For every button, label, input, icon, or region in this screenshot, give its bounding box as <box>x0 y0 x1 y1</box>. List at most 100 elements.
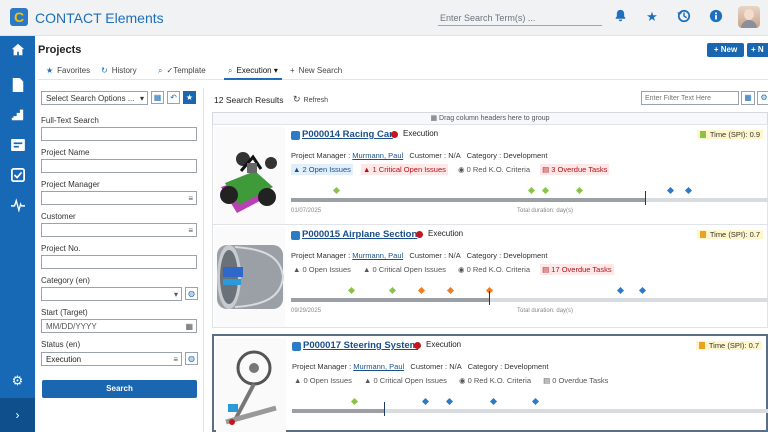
checklist-icon[interactable] <box>9 168 26 185</box>
tab-favorites[interactable]: ★ Favorites <box>46 66 90 80</box>
catalog-icon[interactable]: ≡ <box>173 355 178 364</box>
board-icon[interactable] <box>9 138 26 155</box>
language-icon[interactable]: ◍ <box>185 287 198 300</box>
status-input[interactable]: Execution ≡ <box>41 352 182 366</box>
category-select[interactable]: ▾ <box>41 287 182 301</box>
table-view-button[interactable]: ▦ <box>151 91 164 104</box>
tab-new-search[interactable]: + New Search <box>290 66 342 80</box>
new-more-button[interactable]: + N <box>747 43 768 57</box>
status-text: Execution <box>403 129 439 138</box>
critical-issues-badge[interactable]: ▲ 1 Critical Open Issues <box>361 164 448 175</box>
project-icon <box>291 231 300 240</box>
open-issues-badge[interactable]: ▲ 0 Open Issues <box>292 375 354 386</box>
milestone-icon[interactable] <box>421 397 430 406</box>
pulse-icon[interactable] <box>9 198 26 215</box>
settings-icon[interactable]: ⚙ <box>9 372 26 389</box>
project-title-link[interactable]: P000015 Airplane Section <box>302 229 417 240</box>
project-timeline <box>292 397 768 418</box>
user-avatar[interactable] <box>738 6 760 28</box>
milestone-icon[interactable] <box>388 286 397 295</box>
project-thumbnail <box>215 127 285 227</box>
settings-icon[interactable]: ⚙ <box>757 91 768 105</box>
panel-splitter[interactable] <box>203 88 204 432</box>
table-view-button[interactable]: ▦ <box>741 91 755 105</box>
project-manager-input[interactable]: ≡ <box>41 191 197 205</box>
gauge-icon: ◉ <box>458 265 465 274</box>
fulltext-input[interactable] <box>41 127 197 141</box>
refresh-button[interactable]: ↻ Refresh <box>293 94 328 105</box>
ko-criteria-badge[interactable]: ◉ 0 Red K.O. Criteria <box>456 164 532 175</box>
search-button[interactable]: Search <box>42 380 197 398</box>
today-marker <box>645 191 646 205</box>
history-icon[interactable] <box>676 9 692 25</box>
hourglass-icon <box>698 342 705 349</box>
timeline-total: Total duration: day(s) <box>517 208 574 214</box>
global-search-input[interactable] <box>438 10 602 26</box>
project-card[interactable]: P000017 Steering System Execution Time (… <box>212 334 768 432</box>
today-marker <box>384 402 385 416</box>
overdue-tasks-badge[interactable]: ▤ 0 Overdue Tasks <box>541 375 610 386</box>
milestone-icon[interactable] <box>446 286 455 295</box>
home-icon[interactable] <box>9 43 26 60</box>
ko-criteria-badge[interactable]: ◉ 0 Red K.O. Criteria <box>456 264 532 275</box>
project-card[interactable]: P000015 Airplane Section Execution Time … <box>212 224 768 328</box>
catalog-icon[interactable]: ≡ <box>188 194 193 203</box>
critical-issues-badge[interactable]: ▲ 0 Critical Open Issues <box>362 375 449 386</box>
milestone-icon[interactable] <box>666 186 675 195</box>
project-name-input[interactable] <box>41 159 197 173</box>
project-no-input[interactable] <box>41 255 197 269</box>
warning-icon: ▲ <box>294 376 302 385</box>
spi-badge: Time (SPI): 0.7 <box>695 341 762 350</box>
ko-criteria-badge[interactable]: ◉ 0 Red K.O. Criteria <box>457 375 533 386</box>
project-icon <box>292 342 301 351</box>
info-icon[interactable] <box>708 9 724 25</box>
new-button[interactable]: + New <box>707 43 744 57</box>
critical-issues-badge[interactable]: ▲ 0 Critical Open Issues <box>361 264 448 275</box>
search-options-select[interactable]: Select Search Options ... ▾ <box>41 91 148 105</box>
manager-link[interactable]: Murmann, Paul <box>353 362 404 371</box>
back-button[interactable]: ↶ <box>167 91 180 104</box>
milestone-icon[interactable] <box>638 286 647 295</box>
milestone-icon[interactable] <box>616 286 625 295</box>
language-icon[interactable]: ◍ <box>185 352 198 365</box>
open-issues-badge[interactable]: ▲ 0 Open Issues <box>291 264 353 275</box>
manager-link[interactable]: Murmann, Paul <box>352 151 403 160</box>
left-nav: ⚙ › <box>0 36 35 432</box>
milestone-icon[interactable] <box>684 186 693 195</box>
milestone-icon[interactable] <box>531 397 540 406</box>
catalog-icon[interactable]: ≡ <box>188 226 193 235</box>
favorite-button[interactable]: ★ <box>183 91 196 104</box>
stairs-icon[interactable] <box>9 108 26 125</box>
calendar-icon[interactable]: ▦ <box>185 322 193 331</box>
milestone-icon[interactable] <box>347 286 356 295</box>
milestone-icon[interactable] <box>417 286 426 295</box>
app-logo-icon[interactable]: C <box>10 8 28 26</box>
manager-link[interactable]: Murmann, Paul <box>352 251 403 260</box>
customer-input[interactable]: ≡ <box>41 223 197 237</box>
star-icon[interactable]: ★ <box>644 9 660 25</box>
project-thumbnail <box>215 227 285 327</box>
milestone-icon[interactable] <box>350 397 359 406</box>
overdue-tasks-badge[interactable]: ▤ 17 Overdue Tasks <box>540 264 614 275</box>
milestone-icon[interactable] <box>445 397 454 406</box>
filter-input[interactable] <box>641 91 739 105</box>
milestone-icon[interactable] <box>527 186 536 195</box>
tab-template[interactable]: ⌕ ✓Template <box>158 66 206 80</box>
document-icon[interactable] <box>9 78 26 95</box>
start-target-input[interactable]: MM/DD/YYYY ▦ <box>41 319 197 333</box>
milestone-icon[interactable] <box>541 186 550 195</box>
bell-icon[interactable] <box>612 9 628 25</box>
milestone-icon[interactable] <box>575 186 584 195</box>
milestone-icon[interactable] <box>332 186 341 195</box>
milestone-icon[interactable] <box>489 397 498 406</box>
overdue-tasks-badge[interactable]: ▤ 3 Overdue Tasks <box>540 164 610 175</box>
project-card[interactable]: P000014 Racing Car Execution Time (SPI):… <box>212 124 768 228</box>
search-tabs: ★ Favorites ↻ History ⌕ ✓Template ⌕ Executio… <box>38 62 768 80</box>
tasks-icon: ▤ <box>542 265 550 274</box>
tab-history[interactable]: ↻ History <box>101 66 137 80</box>
open-issues-badge[interactable]: ▲ 2 Open Issues <box>291 164 353 175</box>
expand-nav-icon[interactable]: › <box>0 398 35 432</box>
project-title-link[interactable]: P000017 Steering System <box>303 340 418 351</box>
tab-execution[interactable]: ⌕ Execution ▾ <box>224 66 282 80</box>
project-title-link[interactable]: P000014 Racing Car <box>302 129 393 140</box>
